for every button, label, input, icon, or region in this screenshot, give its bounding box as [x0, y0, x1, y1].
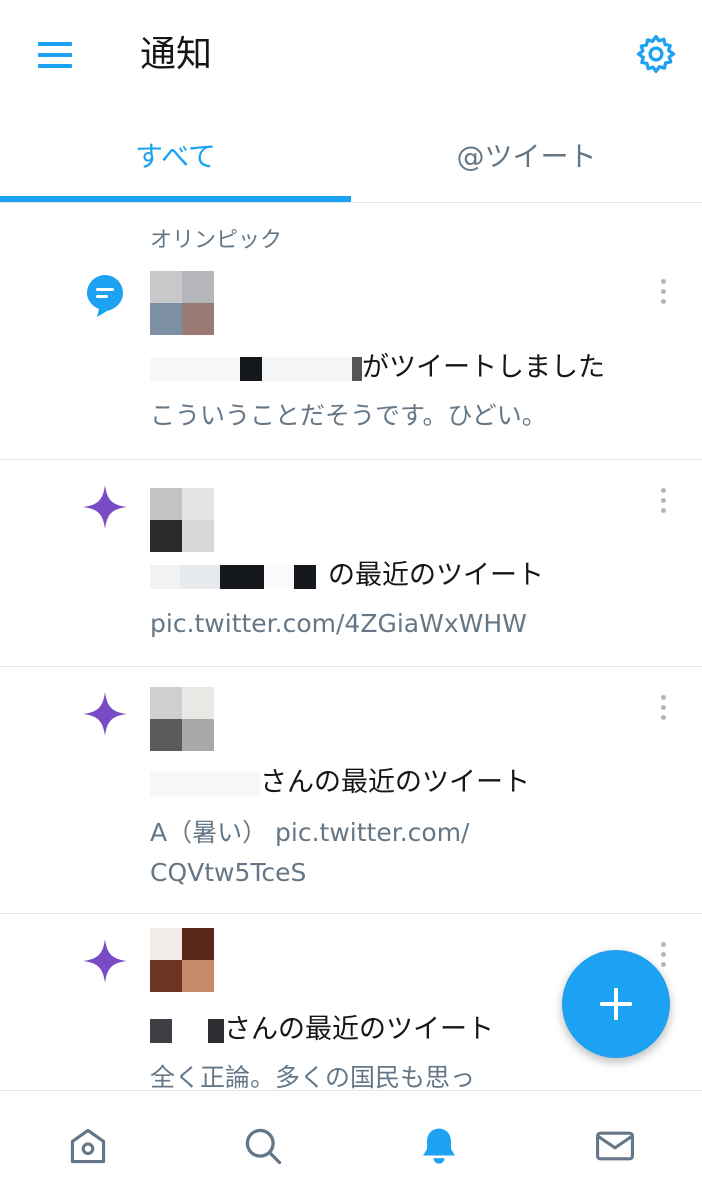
notification-headline: がツイートしました — [150, 348, 605, 388]
headline-text: さんの最近のツイート — [224, 1014, 494, 1045]
notification-body[interactable]: pic.twitter.com/4ZGiaWxWHW — [150, 604, 650, 644]
more-options-icon[interactable] — [648, 687, 678, 727]
active-tab-indicator — [0, 196, 351, 202]
topic-bubble-icon — [80, 271, 130, 321]
top-app-bar: 通知 — [0, 0, 702, 108]
avatar[interactable] — [150, 928, 214, 992]
body-line[interactable]: CQVtw5TceS — [150, 853, 650, 893]
avatar[interactable] — [150, 687, 214, 751]
notification-headline: の最近のツイート — [150, 556, 544, 596]
notification-tabs: すべて @ツイート — [0, 108, 702, 203]
notification-body: A（暑い） pic.twitter.com/ CQVtw5TceS — [150, 813, 650, 893]
headline-text: の最近のツイート — [328, 560, 544, 591]
gear-icon[interactable] — [630, 28, 682, 80]
search-icon[interactable] — [175, 1091, 350, 1201]
notification-body: こういうことだそうです。ひどい。 — [150, 401, 547, 430]
body-line[interactable]: A（暑い） pic.twitter.com/ — [150, 813, 650, 853]
tab-mentions[interactable]: @ツイート — [351, 108, 702, 202]
notification-item[interactable]: の最近のツイート pic.twitter.com/4ZGiaWxWHW — [0, 460, 702, 667]
mail-icon[interactable] — [527, 1091, 702, 1201]
sparkle-icon — [80, 689, 130, 739]
notification-item[interactable]: オリンピック がツイートしました こういうことだそうです。ひどい。 — [0, 203, 702, 460]
more-options-icon[interactable] — [648, 271, 678, 311]
home-icon[interactable] — [0, 1091, 175, 1201]
avatar[interactable] — [150, 488, 214, 552]
avatar[interactable] — [150, 271, 214, 335]
headline-text: がツイートしました — [362, 352, 605, 383]
bell-icon[interactable] — [351, 1091, 526, 1201]
tab-all[interactable]: すべて — [0, 108, 351, 202]
page-title: 通知 — [140, 34, 213, 75]
notification-headline: さんの最近のツイート — [150, 763, 530, 803]
headline-text: さんの最近のツイート — [260, 767, 530, 798]
sparkle-icon — [80, 936, 130, 986]
sparkle-icon — [80, 482, 130, 532]
notification-item[interactable]: さんの最近のツイート A（暑い） pic.twitter.com/ CQVtw5… — [0, 667, 702, 914]
compose-plus-icon[interactable] — [562, 950, 670, 1058]
hamburger-menu-icon[interactable] — [30, 30, 80, 80]
more-options-icon[interactable] — [648, 480, 678, 520]
notification-headline: さんの最近のツイート — [150, 1010, 494, 1050]
bottom-navigation — [0, 1090, 702, 1201]
topic-label: オリンピック — [150, 228, 283, 253]
